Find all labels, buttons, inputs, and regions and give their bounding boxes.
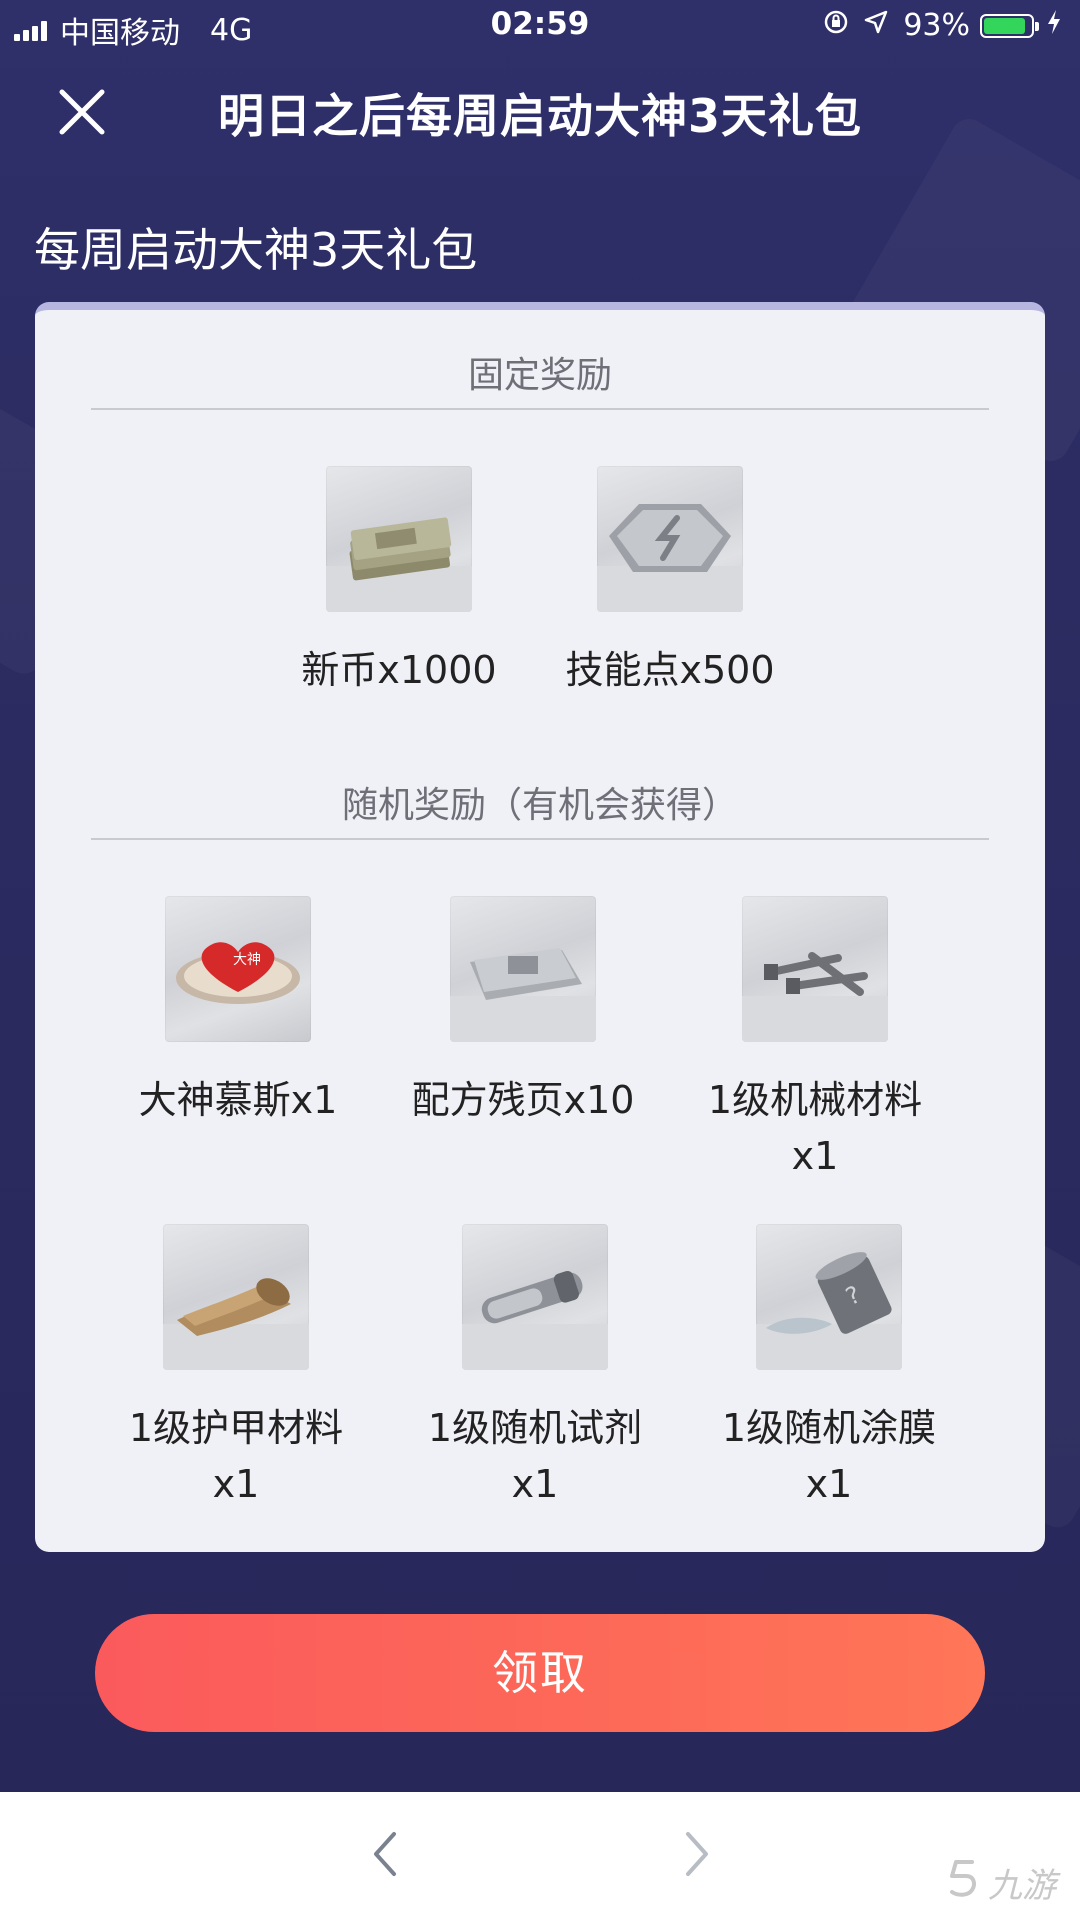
reagent-tube-icon: [462, 1224, 608, 1370]
reward-label: 新币x1000: [301, 648, 497, 692]
reward-item-reagent: 1级随机试剂 x1: [415, 1224, 655, 1512]
reward-item-armor: 1级护甲材料 x1: [91, 1224, 381, 1512]
reward-label-line2: x1: [791, 1134, 839, 1178]
forward-button[interactable]: [666, 1824, 726, 1884]
divider: [91, 408, 989, 410]
status-bar: 中国移动 4G 02:59 93%: [0, 0, 1080, 52]
page-title: 明日之后每周启动大神3天礼包: [217, 89, 862, 143]
watermark-text: 九游: [988, 1866, 1056, 1906]
reward-label: 1级护甲材料 x1: [91, 1400, 381, 1512]
reward-item-mousse: 大神 大神慕斯x1: [113, 896, 363, 1128]
close-icon: [59, 89, 105, 135]
random-rewards-heading: 随机奖励（有机会获得）: [341, 785, 738, 826]
chevron-right-icon: [686, 1832, 708, 1876]
heart-mousse-icon: 大神: [165, 896, 311, 1042]
reward-label: 配方残页x10: [411, 1078, 635, 1122]
recipe-page-icon: [450, 896, 596, 1042]
paint-can-icon: ?: [756, 1224, 902, 1370]
reward-label-line2: x1: [511, 1462, 559, 1506]
gift-pack-title: 每周启动大神3天礼包: [34, 223, 478, 277]
top-header: 明日之后每周启动大神3天礼包: [0, 60, 1080, 160]
charging-icon: [1046, 9, 1062, 42]
reward-label: 1级随机试剂 x1: [415, 1400, 655, 1512]
reward-label: 大神慕斯x1: [138, 1078, 338, 1122]
reward-label: 技能点x500: [565, 648, 775, 692]
watermark: 九游: [946, 1858, 1056, 1907]
back-button[interactable]: [356, 1824, 416, 1884]
reward-label-line1: 1级随机涂膜: [721, 1406, 937, 1450]
reward-label: 1级随机涂膜 x1: [699, 1400, 959, 1512]
watermark-logo-icon: [946, 1858, 982, 1907]
armor-cloth-icon: [163, 1224, 309, 1370]
rotation-lock-icon: [823, 9, 849, 42]
bottom-nav-bar: 九游: [0, 1792, 1080, 1920]
skill-token-icon: [597, 466, 743, 612]
reward-label: 1级机械材料 x1: [685, 1072, 945, 1184]
reward-item-coating: ? 1级随机涂膜 x1: [699, 1224, 959, 1512]
svg-text:大神: 大神: [233, 952, 261, 968]
reward-card: 固定奖励 新币x1000 技能点x500 随机奖励（有机会获得） 大神 大神慕斯…: [35, 302, 1045, 1552]
cash-stack-icon: [326, 466, 472, 612]
reward-item-mechanical: 1级机械材料 x1: [685, 896, 945, 1184]
location-icon: [863, 9, 889, 42]
mechanical-bolts-icon: [742, 896, 888, 1042]
claim-button[interactable]: 领取: [95, 1614, 985, 1732]
reward-item-skill-points: 技能点x500: [550, 466, 790, 698]
reward-label-line1: 1级随机试剂: [427, 1406, 643, 1450]
reward-item-recipe: 配方残页x10: [403, 896, 643, 1128]
chevron-left-icon: [374, 1832, 396, 1876]
divider: [91, 838, 989, 840]
reward-label-line2: x1: [212, 1462, 260, 1506]
close-button[interactable]: [52, 82, 112, 142]
reward-label-line2: x1: [805, 1462, 853, 1506]
reward-label-line1: 1级机械材料: [707, 1078, 923, 1122]
battery-percent: 93%: [903, 8, 970, 43]
reward-item-cash: 新币x1000: [289, 466, 509, 698]
status-right: 93%: [823, 8, 1062, 43]
fixed-rewards-heading: 固定奖励: [467, 355, 612, 396]
battery-icon: [980, 13, 1039, 38]
reward-label-line1: 1级护甲材料: [128, 1406, 344, 1450]
